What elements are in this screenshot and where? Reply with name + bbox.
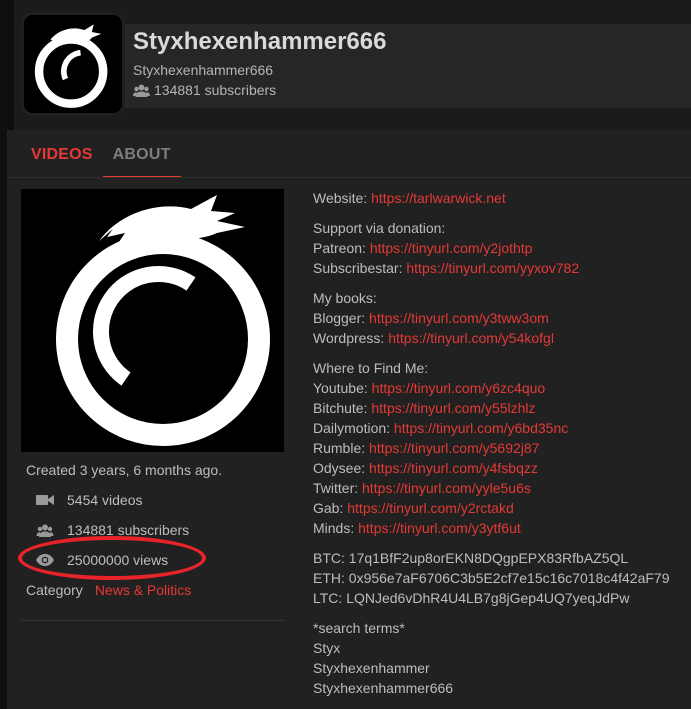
ouroboros-logo-icon <box>24 15 122 113</box>
subscribestar-label: Subscribestar: <box>313 260 403 276</box>
annotation-oval <box>18 536 206 580</box>
dailymotion-label: Dailymotion: <box>313 420 391 436</box>
dailymotion-line: Dailymotion: https://tinyurl.com/y6bd35n… <box>313 418 689 438</box>
odysee-link[interactable]: https://tinyurl.com/y4fsbqzz <box>369 460 538 476</box>
wordpress-line: Wordpress: https://tinyurl.com/y54kofgl <box>313 328 689 348</box>
gab-label: Gab: <box>313 500 344 516</box>
tab-videos[interactable]: VIDEOS <box>21 138 103 176</box>
blogger-link[interactable]: https://tinyurl.com/y3tww3om <box>369 310 549 326</box>
channel-title: Styxhexenhammer666 <box>133 28 387 55</box>
video-camera-icon <box>36 492 54 508</box>
dailymotion-link[interactable]: https://tinyurl.com/y6bd35nc <box>394 420 568 436</box>
left-edge <box>0 0 7 709</box>
channel-image <box>21 189 284 452</box>
rumble-line: Rumble: https://tinyurl.com/y5692j87 <box>313 438 689 458</box>
videos-count: 5454 videos <box>67 492 143 508</box>
stat-videos: 5454 videos <box>36 490 143 510</box>
website-link[interactable]: https://tarlwarwick.net <box>371 190 506 206</box>
subscribestar-line: Subscribestar: https://tinyurl.com/yyxov… <box>313 258 689 278</box>
tab-about[interactable]: ABOUT <box>103 138 181 176</box>
channel-handle: Styxhexenhammer666 <box>133 62 274 78</box>
youtube-line: Youtube: https://tinyurl.com/y6zc4quo <box>313 378 689 398</box>
wordpress-link[interactable]: https://tinyurl.com/y54kofgl <box>388 330 554 346</box>
find-heading: Where to Find Me: <box>313 360 429 376</box>
left-divider <box>21 620 284 621</box>
category-row: Category News & Politics <box>26 582 191 598</box>
bitchute-link[interactable]: https://tinyurl.com/y55lzhlz <box>371 400 535 416</box>
subscribestar-link[interactable]: https://tinyurl.com/yyxov782 <box>406 260 579 276</box>
users-icon <box>133 84 150 97</box>
channel-avatar[interactable] <box>21 12 125 116</box>
website-label: Website: <box>313 190 368 206</box>
search-terms-heading: *search terms* <box>313 620 405 636</box>
rumble-label: Rumble: <box>313 440 366 456</box>
youtube-label: Youtube: <box>313 380 368 396</box>
created-date: Created 3 years, 6 months ago. <box>26 462 223 478</box>
patreon-link[interactable]: https://tinyurl.com/y2jothtp <box>370 240 533 256</box>
website-line: Website: https://tarlwarwick.net <box>313 188 689 208</box>
gab-line: Gab: https://tinyurl.com/y2rctakd <box>313 498 689 518</box>
btc-address: BTC: 17q1BfF2up8orEKN8DQgpEPX83RfbAZ5QL <box>313 550 629 566</box>
wordpress-label: Wordpress: <box>313 330 385 346</box>
odysee-line: Odysee: https://tinyurl.com/y4fsbqzz <box>313 458 689 478</box>
bitchute-label: Bitchute: <box>313 400 368 416</box>
rumble-link[interactable]: https://tinyurl.com/y5692j87 <box>369 440 539 456</box>
minds-line: Minds: https://tinyurl.com/y3ytf6ut <box>313 518 689 538</box>
search-term: Styxhexenhammer <box>313 660 430 676</box>
twitter-line: Twitter: https://tinyurl.com/yyle5u6s <box>313 478 689 498</box>
header-subscriber-count: 134881 subscribers <box>133 82 276 98</box>
channel-tabs: VIDEOS ABOUT <box>21 138 181 178</box>
bitchute-line: Bitchute: https://tinyurl.com/y55lzhlz <box>313 398 689 418</box>
patreon-label: Patreon: <box>313 240 366 256</box>
odysee-label: Odysee: <box>313 460 366 476</box>
blogger-line: Blogger: https://tinyurl.com/y3tww3om <box>313 308 689 328</box>
category-label: Category <box>26 582 83 598</box>
books-heading: My books: <box>313 290 377 306</box>
gab-link[interactable]: https://tinyurl.com/y2rctakd <box>347 500 514 516</box>
blogger-label: Blogger: <box>313 310 366 326</box>
minds-link[interactable]: https://tinyurl.com/y3ytf6ut <box>358 520 521 536</box>
about-description: Website: https://tarlwarwick.net Support… <box>313 188 689 698</box>
search-term: Styx <box>313 640 341 656</box>
search-term: Styxhexenhammer666 <box>313 680 454 696</box>
ouroboros-large-icon <box>21 189 284 452</box>
users-icon <box>36 522 54 538</box>
category-link[interactable]: News & Politics <box>95 582 191 598</box>
tabs-divider <box>7 177 691 178</box>
ltc-address: LTC: LQNJed6vDhR4U4LB7g8jGep4UQ7yeqJdPw <box>313 590 630 606</box>
twitter-label: Twitter: <box>313 480 359 496</box>
header-subscriber-text: 134881 subscribers <box>154 82 277 98</box>
eth-address: ETH: 0x956e7aF6706C3b5E2cf7e15c16c7018c4… <box>313 570 670 586</box>
patreon-line: Patreon: https://tinyurl.com/y2jothtp <box>313 238 689 258</box>
youtube-link[interactable]: https://tinyurl.com/y6zc4quo <box>372 380 546 396</box>
twitter-link[interactable]: https://tinyurl.com/yyle5u6s <box>362 480 531 496</box>
minds-label: Minds: <box>313 520 355 536</box>
support-heading: Support via donation: <box>313 220 446 236</box>
